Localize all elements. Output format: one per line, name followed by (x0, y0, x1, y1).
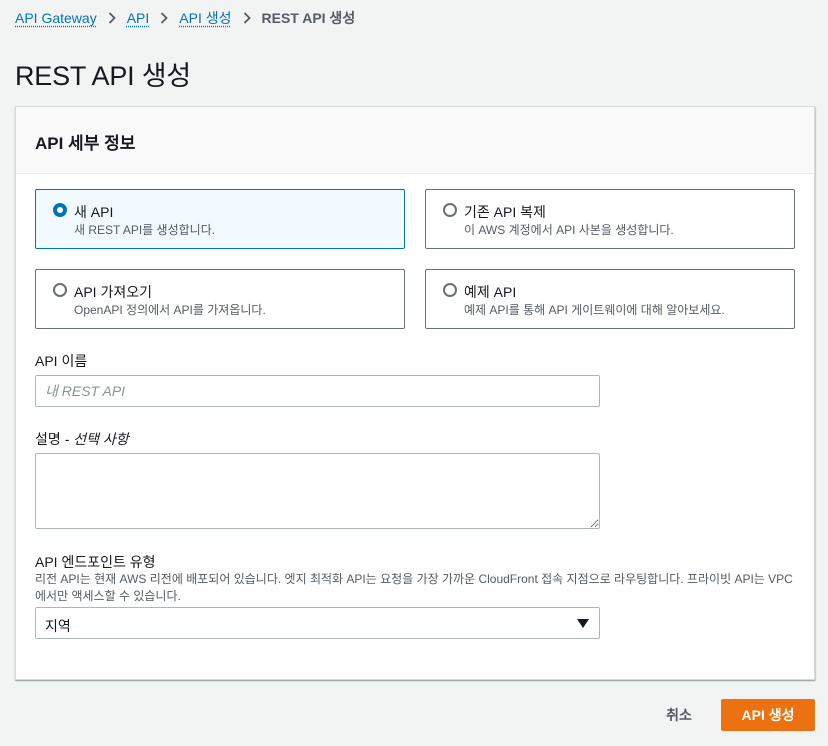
description-textarea[interactable] (35, 453, 600, 529)
description-label-text: 설명 (35, 431, 61, 447)
option-new-api[interactable]: 새 API 새 REST API를 생성합니다. (35, 189, 405, 249)
panel-header: API 세부 정보 (16, 107, 814, 174)
page-title: REST API 생성 (15, 61, 192, 91)
option-example-api[interactable]: 예제 API 예제 API를 통해 API 게이트웨이에 대해 알아보세요. (425, 269, 795, 329)
radio-button-selected[interactable] (53, 203, 67, 217)
panel-title: API 세부 정보 (35, 134, 136, 153)
description-label: 설명 - 선택 사항 (35, 429, 129, 449)
endpoint-type-select[interactable]: 지역 (35, 607, 600, 639)
option-description: 이 AWS 계정에서 API 사본을 생성합니다. (464, 223, 674, 237)
option-description: 새 REST API를 생성합니다. (74, 223, 216, 237)
option-description: 예제 API를 통해 API 게이트웨이에 대해 알아보세요. (464, 303, 725, 317)
caret-down-icon (577, 619, 589, 628)
radio-button[interactable] (53, 283, 67, 297)
optional-text: - 선택 사항 (60, 431, 129, 447)
chevron-right-icon (160, 12, 169, 24)
breadcrumb-create-api[interactable]: API 생성 (179, 8, 231, 28)
option-title: 새 API (74, 204, 114, 220)
breadcrumb-current: REST API 생성 (261, 10, 356, 26)
endpoint-type-hint: 리전 API는 현재 AWS 리전에 배포되어 있습니다. 엣지 최적화 API… (35, 572, 793, 603)
radio-button[interactable] (443, 203, 457, 217)
radio-button[interactable] (443, 283, 457, 297)
cancel-button[interactable]: 취소 (652, 699, 706, 731)
api-details-panel: API 세부 정보 새 API 새 REST API를 생성합니다. 기존 AP… (15, 106, 815, 680)
option-title: API 가져오기 (74, 284, 152, 300)
api-name-input[interactable] (35, 375, 600, 407)
breadcrumb-api-gateway[interactable]: API Gateway (15, 10, 97, 26)
endpoint-type-value: 지역 (45, 618, 71, 634)
create-api-button[interactable]: API 생성 (721, 699, 815, 731)
chevron-right-icon (243, 12, 251, 24)
option-import-api[interactable]: API 가져오기 OpenAPI 정의에서 API를 가져옵니다. (35, 269, 405, 329)
option-title: 예제 API (464, 284, 517, 300)
chevron-right-icon (108, 12, 116, 24)
option-clone-api[interactable]: 기존 API 복제 이 AWS 계정에서 API 사본을 생성합니다. (425, 189, 795, 249)
endpoint-type-label: API 엔드포인트 유형 (35, 554, 156, 570)
option-description: OpenAPI 정의에서 API를 가져옵니다. (74, 303, 266, 317)
breadcrumb-api[interactable]: API (127, 10, 150, 26)
option-title: 기존 API 복제 (464, 204, 546, 220)
breadcrumb: API Gateway API API 생성 REST API 생성 (15, 8, 355, 28)
api-name-label: API 이름 (35, 353, 88, 369)
